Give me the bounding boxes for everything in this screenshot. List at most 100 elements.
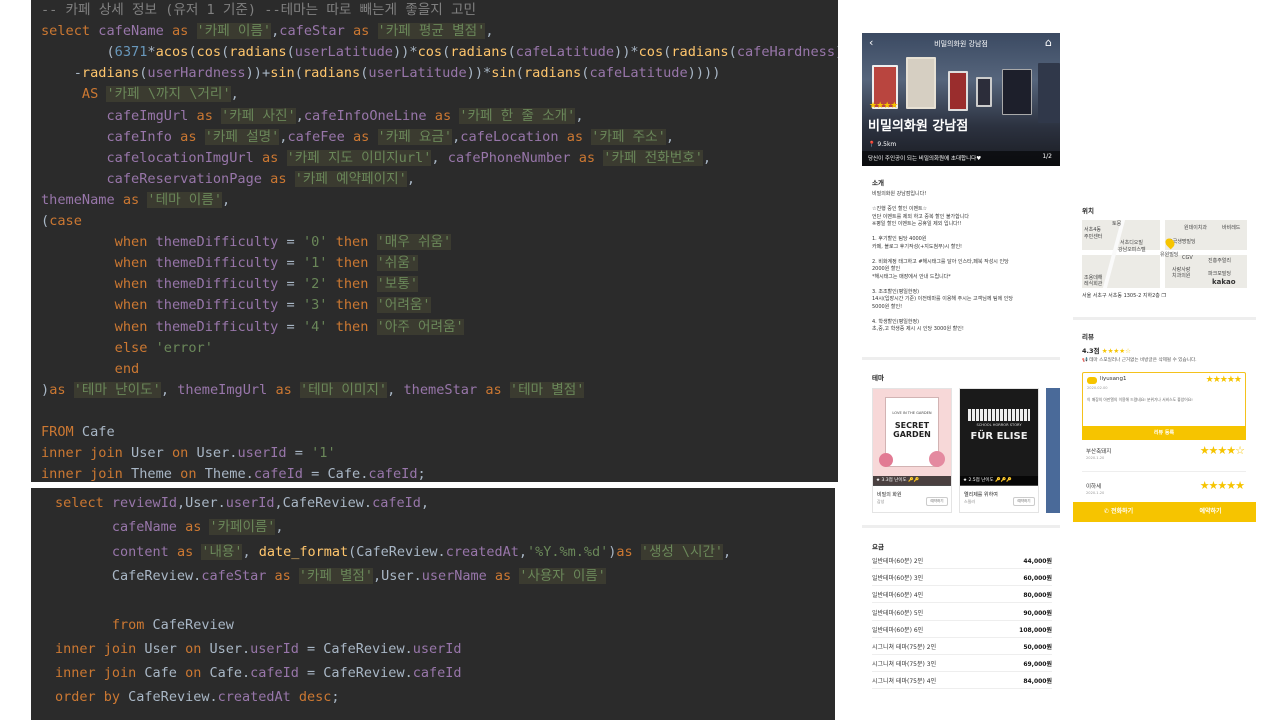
code-line[interactable]: from CafeReview xyxy=(55,615,234,636)
code-line[interactable]: else 'error' xyxy=(41,338,213,359)
code-line[interactable]: cafeName as '카페이름', xyxy=(55,517,284,538)
theme-meta: ★ 2.5점 난이도 🔑🔑🔑 xyxy=(960,476,1038,486)
map-label: 토뭉 xyxy=(1112,221,1122,227)
reserve-button[interactable]: 예약하기 xyxy=(1165,502,1256,522)
code-line[interactable]: when themeDifficulty = '1' then '쉬움' xyxy=(41,253,419,274)
location-map[interactable]: 토뭉 서초4동 주민센터 서초디오빌 강남오피스텔 원데이치과 바비레드 흥국생명빌딩 유원빌딩… xyxy=(1082,220,1247,288)
review-user: liyusang1 xyxy=(1100,376,1127,382)
code-line[interactable]: when themeDifficulty = '2' then '보통' xyxy=(41,274,419,295)
code-line[interactable]: FROM Cafe xyxy=(41,422,115,443)
copy-icon[interactable]: ❐ xyxy=(1161,293,1165,299)
code-line[interactable]: when themeDifficulty = '0' then '매우 쉬움' xyxy=(41,232,452,253)
megaphone-icon: 📢 xyxy=(1082,358,1088,363)
fee-name: 일반테마(60분) 5인 xyxy=(872,609,924,617)
code-line[interactable]: )as '테마 난이도', themeImgUrl as '테마 이미지', t… xyxy=(41,380,585,401)
code-line[interactable]: when themeDifficulty = '4' then '아주 어려움' xyxy=(41,317,464,338)
code-line[interactable]: inner join Theme on Theme.cafeId = Cafe.… xyxy=(41,464,426,482)
code-line[interactable]: select reviewId,User.userId,CafeReview.c… xyxy=(55,493,429,514)
code-line[interactable]: cafeInfo as '카페 설명',cafeFee as '카페 요금',c… xyxy=(41,127,674,148)
theme-poster: LOVE IN THE GARDEN SECRET GARDEN xyxy=(873,389,951,485)
cafe-name: 비밀의화원 강남점 xyxy=(868,119,969,134)
theme-poster: SCHOOL HORROR STORY FÜR ELISE xyxy=(960,389,1038,485)
code-line[interactable]: (6371*acos(cos(radians(userLatitude))*co… xyxy=(41,42,838,63)
code-line[interactable]: cafeReservationPage as '카페 예약페이지', xyxy=(41,169,415,190)
code-line[interactable]: -- 카페 상세 정보 (유저 1 기준) --테마는 따로 빼는게 좋을지 고… xyxy=(41,0,476,21)
code-line[interactable]: select cafeName as '카페 이름',cafeStar as '… xyxy=(41,21,494,42)
fee-price: 108,000원 xyxy=(1019,626,1052,634)
intro-text: 비밀의화원 강남점입니다! ☆진행 중인 할인 이벤트☆ 언단 이벤트를 제외 … xyxy=(872,191,1013,332)
theme-card[interactable]: LOVE IN THE GARDEN SECRET GARDEN ★ 3.3점 … xyxy=(872,388,952,513)
hero-description: 당신이 주인공이 되는 비밀의화원에 초대합니다♥ xyxy=(868,156,982,162)
call-button[interactable]: ✆ 전화하기 xyxy=(1073,502,1164,522)
hero-art-2 xyxy=(906,57,936,109)
theme-card-peek[interactable] xyxy=(1046,388,1060,513)
rating-text: 4.3점 xyxy=(1082,347,1100,355)
code-line[interactable]: content as '내용', date_format(CafeReview.… xyxy=(55,542,731,563)
average-rating: 4.3점 ★★★★☆ xyxy=(1082,345,1131,355)
fee-price: 44,000원 xyxy=(1023,558,1052,565)
fee-price: 50,000원 xyxy=(1023,644,1052,651)
cafe-detail-screen: ‹ 비밀의화원 강남점 ⌂ ★★★★ 비밀의화원 강남점 📍 9.5km 당신이… xyxy=(862,33,1060,690)
address: 서울 서초구 서초동 1305-2 지하2층 ❐ xyxy=(1082,293,1166,301)
home-icon[interactable]: ⌂ xyxy=(1045,36,1052,49)
fee-name: 일반테마(60분) 2인 xyxy=(872,558,924,565)
sql-editor-bottom[interactable]: select reviewId,User.userId,CafeReview.c… xyxy=(31,482,835,720)
call-label: 전화하기 xyxy=(1111,508,1134,515)
code-line[interactable]: CafeReview.cafeStar as '카페 별점',User.user… xyxy=(55,566,606,587)
map-label: 유원빌딩 xyxy=(1160,252,1179,258)
map-label: 치과의원 xyxy=(1172,273,1191,279)
theme-genre: 스릴러 xyxy=(964,499,976,504)
fee-row: 일반테마(60분) 2인 44,000원 xyxy=(872,553,1052,569)
fee-row: 시그니쳐 테마(75분) 3인 69,000원 xyxy=(872,656,1052,673)
code-line[interactable]: order by CafeReview.createdAt desc; xyxy=(55,687,340,708)
rating-stars: ★★★★☆ xyxy=(1101,347,1131,355)
fee-label: 요금 xyxy=(872,543,884,551)
notice-text: 테마 스포일러나 근거없는 비방글은 삭제될 수 있습니다. xyxy=(1089,358,1197,363)
map-label: 레식회관 xyxy=(1084,281,1103,287)
divider xyxy=(1073,317,1256,320)
theme-meta: ★ 3.3점 난이도 🔑🔑 xyxy=(873,476,951,486)
fee-name: 시그니쳐 테마(75분) 3인 xyxy=(872,661,937,669)
address-text: 서울 서초구 서초동 1305-2 지하2층 xyxy=(1082,293,1160,299)
code-line[interactable]: cafeImgUrl as '카페 사진',cafeInfoOneLine as… xyxy=(41,106,584,127)
map-label: 강남오피스텔 xyxy=(1118,247,1146,253)
code-line[interactable]: inner join Cafe on Cafe.cafeId = CafeRev… xyxy=(55,663,461,684)
code-line[interactable]: themeName as '테마 이름', xyxy=(41,190,230,211)
hero-art-4 xyxy=(976,77,992,107)
review-item[interactable]: 부산축돼지 2020.1.20 ★★★★☆ xyxy=(1082,444,1246,472)
sql-editor-top[interactable]: -- 카페 상세 정보 (유저 1 기준) --테마는 따로 빼는게 좋을지 고… xyxy=(31,0,838,482)
poster-tagline: SCHOOL HORROR STORY xyxy=(976,423,1022,427)
fee-name: 일반테마(60분) 3인 xyxy=(872,575,924,583)
map-label: CGV xyxy=(1182,255,1193,261)
divider xyxy=(862,525,1060,528)
review-submit-button[interactable]: 리뷰 등록 xyxy=(1082,426,1246,440)
fee-name: 시그니쳐 테마(75분) 2인 xyxy=(872,644,937,651)
code-line[interactable]: AS '카페 \까지 \거리', xyxy=(41,84,239,105)
divider xyxy=(862,357,1060,360)
code-line[interactable]: inner join User on User.userId = '1' xyxy=(41,443,336,464)
review-user: 부산축돼지 xyxy=(1086,449,1112,455)
code-line[interactable]: inner join User on User.userId = CafeRev… xyxy=(55,639,461,660)
code-line[interactable]: cafelocationImgUrl as '카페 지도 이미지url', ca… xyxy=(41,148,711,169)
review-date: 2020.02.00 xyxy=(1087,386,1108,390)
review-date: 2020.1.20 xyxy=(1086,456,1105,460)
code-line[interactable]: end xyxy=(41,359,140,380)
poster-title: SECRET GARDEN xyxy=(893,421,931,439)
fee-name: 일반테마(60분) 4인 xyxy=(872,592,924,600)
reserve-theme-button[interactable]: 예약하기 xyxy=(926,497,948,506)
map-label: 주민센터 xyxy=(1084,234,1103,240)
reserve-theme-button[interactable]: 예약하기 xyxy=(1013,497,1035,506)
poster-title: FÜR ELISE xyxy=(970,431,1028,442)
flower-decor xyxy=(929,451,945,467)
map-label: kakao xyxy=(1212,278,1236,286)
code-line[interactable]: -radians(userHardness))+sin(radians(user… xyxy=(41,63,721,84)
code-line[interactable]: when themeDifficulty = '3' then '어려움' xyxy=(41,295,431,316)
hero-art-5 xyxy=(1002,69,1032,115)
fee-price: 60,000원 xyxy=(1023,575,1052,583)
map-label: 바비레드 xyxy=(1222,225,1241,231)
user-badge xyxy=(1087,377,1097,384)
code-line[interactable]: (case xyxy=(41,211,82,232)
theme-card[interactable]: SCHOOL HORROR STORY FÜR ELISE ★ 2.5점 난이도… xyxy=(959,388,1039,513)
hero-art-3 xyxy=(948,71,968,111)
theme-label: 테마 xyxy=(872,374,884,382)
